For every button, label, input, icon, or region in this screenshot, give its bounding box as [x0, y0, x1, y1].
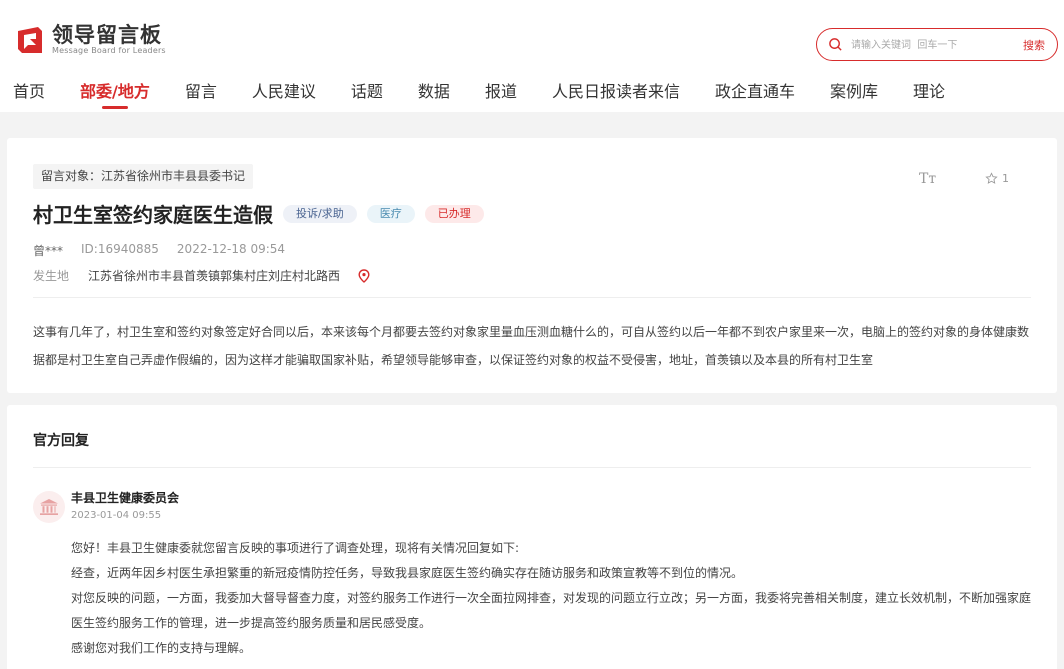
message-meta: 曾*** ID:16940885 2022-12-18 09:54 [33, 242, 303, 259]
reply-heading: 官方回复 [33, 433, 89, 449]
search-button[interactable]: 搜索 [1023, 37, 1045, 53]
map-pin-icon[interactable] [358, 268, 370, 283]
status-badge: 已办理 [424, 204, 484, 223]
favorite-button[interactable]: 1 [985, 172, 1009, 185]
message-datetime: 2022-12-18 09:54 [176, 242, 286, 256]
reply-paragraph: 感谢您对我们工作的支持与理解。 [71, 641, 252, 655]
message-id: ID:16940885 [81, 242, 159, 256]
nav-item[interactable]: 人民建议 [252, 78, 316, 112]
nav-item[interactable]: 报道 [485, 78, 517, 112]
search-box: 搜索 [816, 28, 1058, 61]
location-label: 发生地 [33, 269, 70, 283]
nav-item[interactable]: 留言 [185, 78, 217, 112]
divider [33, 467, 1031, 468]
logo-subtitle: Message Board for Leaders [52, 46, 166, 55]
logo-icon [18, 27, 42, 53]
nav-item[interactable]: 数据 [418, 78, 450, 112]
main-nav: 首页 部委/地方 留言 人民建议 话题 数据 报道 人民日报读者来信 政企直通车 案例库 理论 [0, 78, 980, 112]
search-icon [829, 38, 842, 51]
government-building-icon [40, 499, 58, 515]
reply-paragraph: 您好！丰县卫生健康委就您留言反映的事项进行了调查处理，现将有关情况回复如下: [71, 541, 520, 555]
location-value: 江苏省徐州市丰县首羡镇郭集村庄刘庄村北路西 [88, 269, 341, 283]
reply-date: 2023-01-04 09:55 [71, 510, 162, 521]
nav-item[interactable]: 理论 [913, 78, 945, 112]
message-body: 这事有几年了，村卫生室和签约对象签定好合同以后，本来该每个月都要去签约对象家里量… [33, 325, 1030, 367]
favorite-count: 1 [1002, 172, 1009, 185]
message-title: 村卫生室签约家庭医生造假 [33, 203, 273, 227]
nav-item[interactable]: 部委/地方 [80, 78, 150, 112]
message-target: 留言对象：江苏省徐州市丰县县委书记 [33, 164, 254, 189]
reply-paragraph: 对您反映的问题，一方面，我委加大督导督查力度，对签约服务工作进行一次全面拉网排查… [71, 591, 1032, 630]
avatar [33, 491, 65, 523]
tag-field[interactable]: 医疗 [366, 204, 415, 223]
author-name: 曾*** [33, 244, 64, 258]
tag-category[interactable]: 投诉/求助 [283, 204, 357, 223]
site-logo[interactable]: 领导留言板 Message Board for Leaders [12, 22, 166, 58]
font-size-icon[interactable]: Tт [919, 171, 936, 187]
official-reply-card: 官方回复 丰县卫生健康委员会 2023-01-04 09:55 您好！丰县卫生健… [7, 405, 1057, 669]
nav-item[interactable]: 首页 [13, 78, 45, 112]
nav-item[interactable]: 人民日报读者来信 [552, 78, 680, 112]
nav-item[interactable]: 政企直通车 [715, 78, 795, 112]
search-input[interactable] [851, 35, 1001, 55]
location-row: 发生地 江苏省徐州市丰县首羡镇郭集村庄刘庄村北路西 [33, 267, 370, 284]
star-icon [985, 172, 998, 184]
reply-org-name: 丰县卫生健康委员会 [71, 491, 180, 505]
message-card: 留言对象：江苏省徐州市丰县县委书记 Tт 1 村卫生室签约家庭医生造假 投诉/求… [7, 138, 1057, 393]
reply-paragraph: 经查，近两年因乡村医生承担繁重的新冠疫情防控任务，导致我县家庭医生签约确实存在随… [71, 566, 744, 580]
site-header: 领导留言板 Message Board for Leaders 搜索 首页 部委/… [0, 0, 1064, 112]
divider [33, 297, 1031, 298]
nav-item[interactable]: 案例库 [830, 78, 878, 112]
logo-title: 领导留言板 [52, 23, 162, 47]
reply-body: 您好！丰县卫生健康委就您留言反映的事项进行了调查处理，现将有关情况回复如下: 经… [71, 536, 1037, 661]
nav-item[interactable]: 话题 [351, 78, 383, 112]
